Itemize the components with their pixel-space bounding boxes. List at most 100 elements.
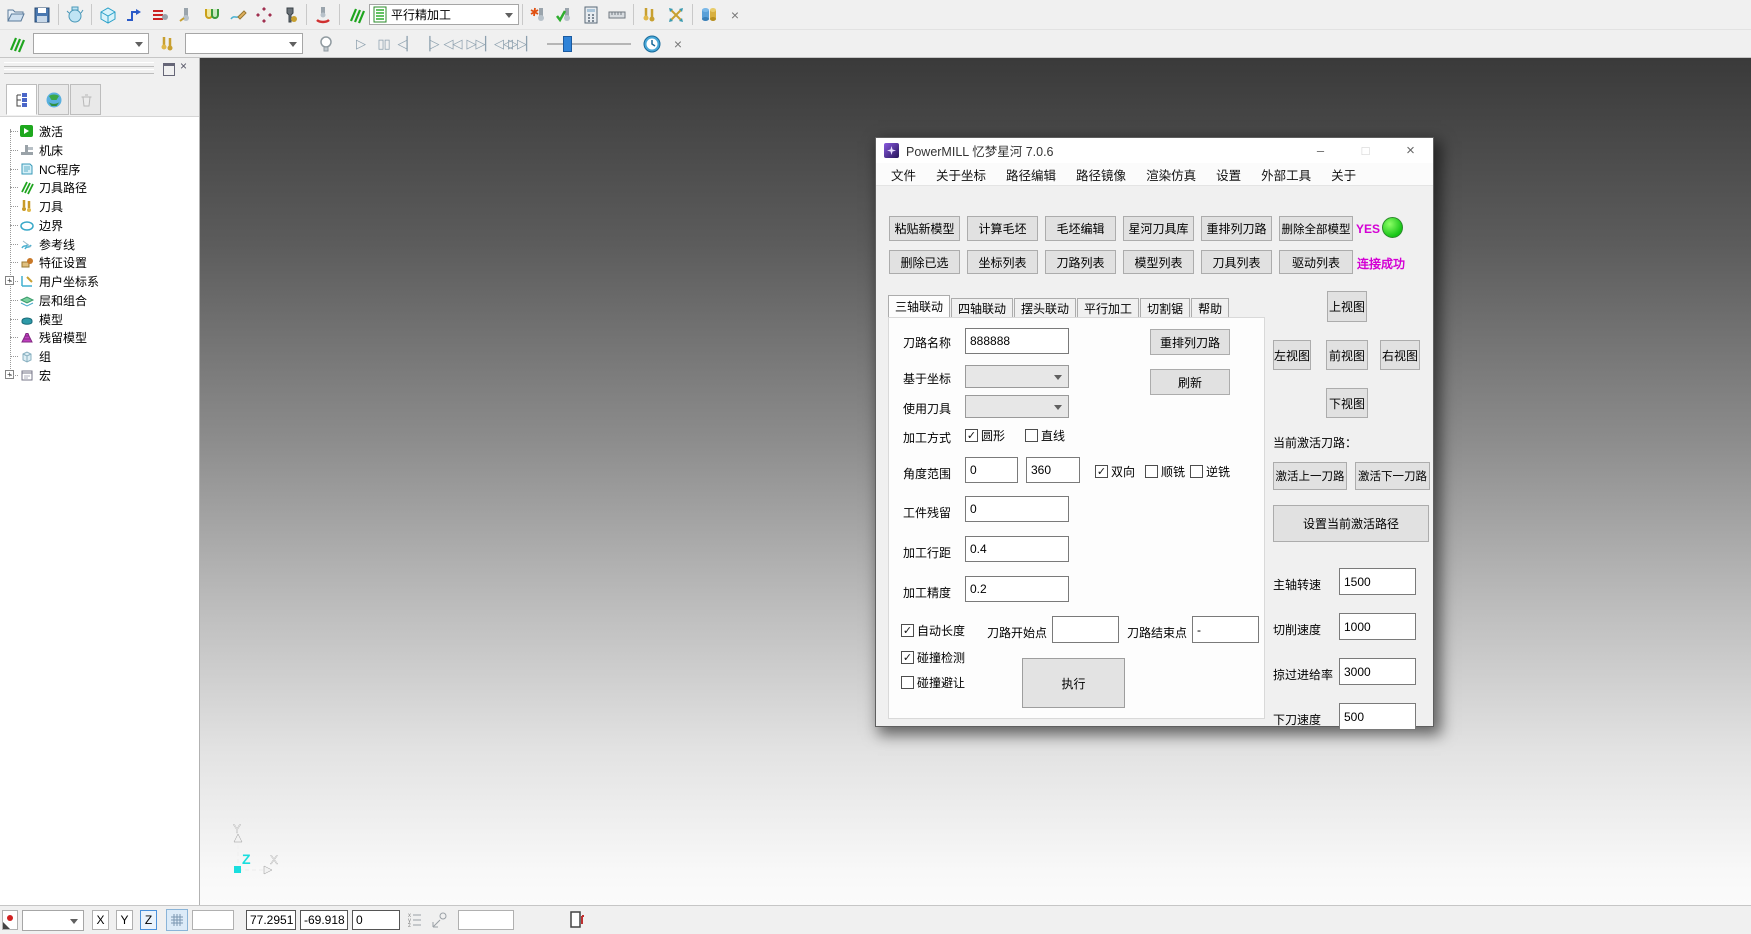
toolpath-name-input[interactable]: 888888 bbox=[965, 328, 1069, 354]
view-bottom-button[interactable]: 下视图 bbox=[1326, 388, 1368, 418]
leads-links-icon[interactable] bbox=[121, 2, 147, 28]
tool-library-button[interactable]: 星河刀具库 bbox=[1123, 216, 1194, 241]
close-button[interactable]: × bbox=[1388, 138, 1433, 163]
view-right-button[interactable]: 右视图 bbox=[1380, 340, 1420, 370]
delete-all-models-button[interactable]: 删除全部模型 bbox=[1279, 216, 1353, 241]
swap-arrows-icon[interactable] bbox=[663, 2, 689, 28]
calc-block-button[interactable]: 计算毛坯 bbox=[967, 216, 1038, 241]
fast-forward-button[interactable]: ▷▷ bbox=[464, 32, 487, 56]
save-project-icon[interactable] bbox=[29, 2, 55, 28]
menu-file[interactable]: 文件 bbox=[881, 165, 926, 184]
rewind-button[interactable]: ◁◁ bbox=[441, 32, 464, 56]
pattern-icon[interactable] bbox=[225, 2, 251, 28]
tool-icon[interactable] bbox=[173, 2, 199, 28]
spindle-speed-input[interactable]: 1500 bbox=[1339, 568, 1416, 595]
collision-check-icon[interactable] bbox=[310, 2, 336, 28]
xyz-list-icon[interactable]: xyz bbox=[408, 912, 422, 931]
block-setup-icon[interactable] bbox=[62, 2, 88, 28]
toolpath-spring-icon[interactable] bbox=[3, 31, 29, 57]
speed-slider[interactable] bbox=[547, 34, 631, 54]
tool-holder-icon[interactable] bbox=[277, 2, 303, 28]
collision-check-checkbox[interactable]: ✓碰撞检测 bbox=[901, 649, 965, 666]
menu-about[interactable]: 关于 bbox=[1321, 165, 1366, 184]
tree-item-workplanes[interactable]: 用户坐标系 bbox=[0, 272, 199, 290]
tool-invalid-icon[interactable] bbox=[526, 2, 552, 28]
minimize-button[interactable]: – bbox=[1298, 138, 1343, 163]
grid-snap-button[interactable] bbox=[166, 909, 188, 931]
menu-path-edit[interactable]: 路径编辑 bbox=[996, 165, 1066, 184]
lightbulb-icon[interactable] bbox=[313, 31, 339, 57]
tab-swivel[interactable]: 摆头联动 bbox=[1014, 298, 1076, 317]
delete-selected-button[interactable]: 删除已选 bbox=[889, 250, 960, 274]
rearrange-button[interactable]: 重排列刀路 bbox=[1150, 329, 1230, 355]
tree-item-groups[interactable]: 组 bbox=[0, 347, 199, 365]
tree-item-patterns[interactable]: 参考线 bbox=[0, 235, 199, 253]
stock-allowance-input[interactable]: 0 bbox=[965, 496, 1069, 522]
activate-next-toolpath-button[interactable]: 激活下一刀路 bbox=[1355, 462, 1430, 490]
end-point-input[interactable]: - bbox=[1192, 616, 1259, 643]
angle-to-input[interactable]: 360 bbox=[1026, 457, 1080, 483]
cutting-feed-input[interactable]: 1000 bbox=[1339, 613, 1416, 640]
angle-from-input[interactable]: 0 bbox=[965, 457, 1018, 483]
set-active-path-button[interactable]: 设置当前激活路径 bbox=[1273, 505, 1429, 542]
grid-size-field[interactable] bbox=[192, 910, 234, 930]
execute-button[interactable]: 执行 bbox=[1022, 658, 1125, 708]
climb-mill-checkbox[interactable]: 顺铣 bbox=[1145, 463, 1185, 480]
view-top-button[interactable]: 上视图 bbox=[1327, 291, 1367, 322]
tree-item-levels-sets[interactable]: 层和组合 bbox=[0, 291, 199, 309]
clipboard-icon[interactable] bbox=[568, 909, 586, 934]
axis-x-button[interactable]: X bbox=[92, 910, 109, 930]
toolpath-spring-icon[interactable] bbox=[343, 2, 369, 28]
to-start-button[interactable]: ▏◁◁ bbox=[487, 32, 510, 56]
active-strategy-combo[interactable]: 平行精加工 bbox=[369, 4, 519, 25]
tolerance-field[interactable] bbox=[458, 910, 514, 930]
tree-item-macros[interactable]: 宏 bbox=[0, 366, 199, 384]
clock-icon[interactable] bbox=[639, 31, 665, 57]
menu-external-tools[interactable]: 外部工具 bbox=[1251, 165, 1321, 184]
coord-list-button[interactable]: 坐标列表 bbox=[967, 250, 1038, 274]
close-sim-toolbar-button[interactable]: × bbox=[665, 31, 691, 57]
stepover-input[interactable]: 0.4 bbox=[965, 536, 1069, 562]
tree-item-feature-sets[interactable]: 特征设置 bbox=[0, 253, 199, 271]
sim-toolpath-combo[interactable] bbox=[33, 33, 149, 54]
drive-list-button[interactable]: 驱动列表 bbox=[1279, 250, 1353, 274]
edit-block-button[interactable]: 毛坯编辑 bbox=[1045, 216, 1116, 241]
play-button[interactable]: ▷ bbox=[349, 32, 372, 56]
skim-feed-input[interactable]: 3000 bbox=[1339, 658, 1416, 685]
close-panel-icon[interactable]: × bbox=[180, 61, 187, 71]
auto-length-checkbox[interactable]: ✓自动长度 bbox=[901, 622, 965, 639]
open-project-icon[interactable] bbox=[3, 2, 29, 28]
tree-item-activate[interactable]: 激活 bbox=[0, 122, 199, 140]
axis-y-button[interactable]: Y bbox=[116, 910, 133, 930]
points-icon[interactable] bbox=[251, 2, 277, 28]
tool-pair-icon[interactable] bbox=[637, 2, 663, 28]
tab-parallel[interactable]: 平行加工 bbox=[1077, 298, 1139, 317]
conventional-mill-checkbox[interactable]: 逆铣 bbox=[1190, 463, 1230, 480]
menu-settings[interactable]: 设置 bbox=[1206, 165, 1251, 184]
tree-item-machine[interactable]: 机床 bbox=[0, 141, 199, 159]
toolpath-list-button[interactable]: 刀路列表 bbox=[1045, 250, 1116, 274]
panel-grip[interactable] bbox=[4, 69, 154, 74]
tab-4axis[interactable]: 四轴联动 bbox=[951, 298, 1013, 317]
refresh-button[interactable]: 刷新 bbox=[1150, 369, 1230, 395]
rearrange-toolpaths-button[interactable]: 重排列刀路 bbox=[1201, 216, 1272, 241]
calculator-icon[interactable] bbox=[578, 2, 604, 28]
sim-tool-icon[interactable] bbox=[155, 31, 181, 57]
nc-blocks-icon[interactable] bbox=[696, 2, 722, 28]
tree-item-stock-models[interactable]: 残留模型 bbox=[0, 328, 199, 346]
tab-explorer-trash[interactable] bbox=[70, 84, 101, 115]
plunge-feed-input[interactable]: 500 bbox=[1339, 703, 1416, 730]
panel-grip[interactable] bbox=[4, 62, 154, 67]
paste-new-model-button[interactable]: 粘贴新模型 bbox=[889, 216, 960, 241]
mode-line-checkbox[interactable]: 直线 bbox=[1025, 427, 1065, 444]
view-left-button[interactable]: 左视图 bbox=[1273, 340, 1311, 370]
tool-list-button[interactable]: 刀具列表 bbox=[1201, 250, 1272, 274]
tab-explorer-globe[interactable] bbox=[38, 84, 69, 115]
tab-3axis[interactable]: 三轴联动 bbox=[888, 295, 950, 317]
ruler-icon[interactable] bbox=[604, 2, 630, 28]
tab-help[interactable]: 帮助 bbox=[1191, 298, 1229, 317]
workplane-combo[interactable] bbox=[22, 910, 84, 931]
menu-path-mirror[interactable]: 路径镜像 bbox=[1066, 165, 1136, 184]
start-point-input[interactable] bbox=[1052, 616, 1119, 643]
close-toolbar-button[interactable]: × bbox=[722, 2, 748, 28]
